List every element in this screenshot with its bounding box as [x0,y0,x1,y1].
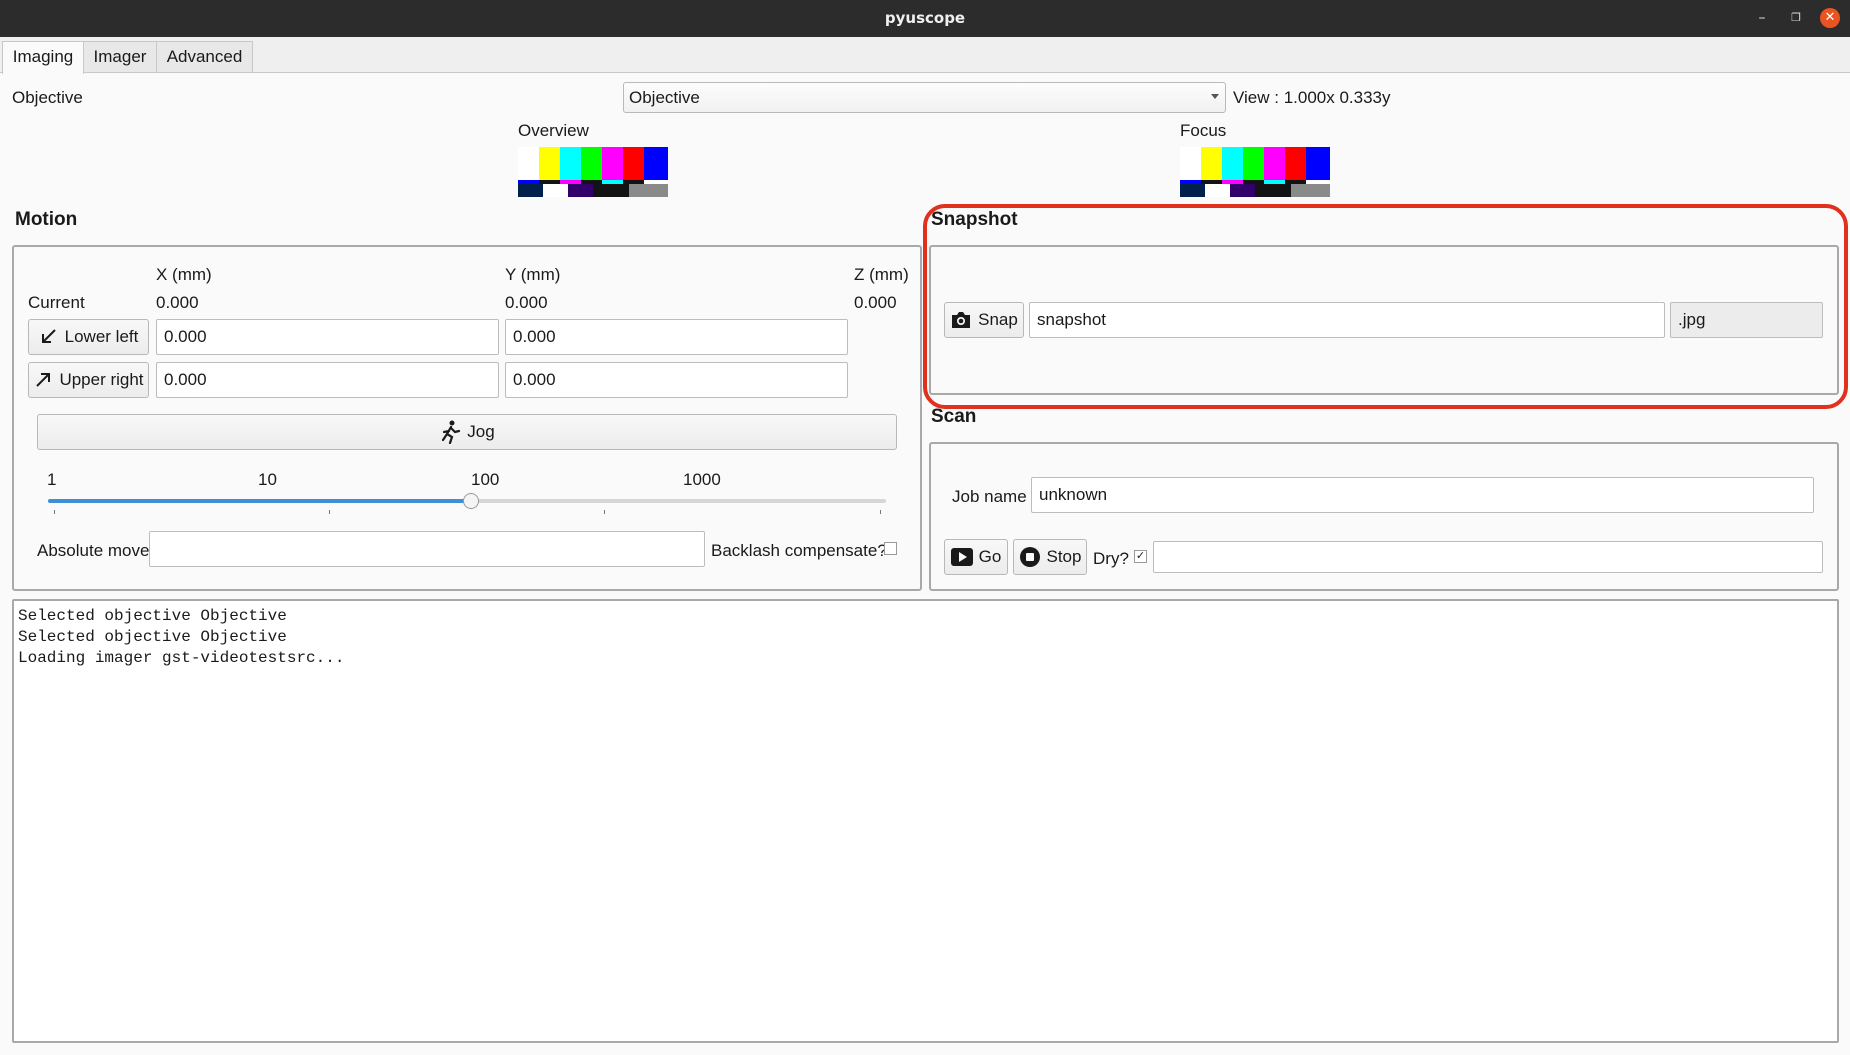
running-person-icon [442,420,461,444]
upper-right-y-input[interactable]: 0.000 [505,362,848,398]
slider-label-1: 1 [47,470,57,489]
log-console[interactable]: Selected objective Objective Selected ob… [12,599,1839,1043]
current-y-value: 0.000 [505,293,548,312]
camera-icon [952,312,971,328]
absolute-move-input[interactable] [149,531,705,567]
backlash-checkbox[interactable] [884,542,897,555]
objective-select[interactable]: Objective [623,82,1226,113]
upper-right-x-input[interactable]: 0.000 [156,362,499,398]
overview-label: Overview [518,121,589,140]
objective-select-value: Objective [629,88,700,107]
close-icon[interactable]: ✕ [1820,8,1840,28]
jog-slider[interactable] [48,493,886,509]
view-scale-label: View : 1.000x 0.333y [1233,88,1391,107]
focus-label: Focus [1180,121,1227,140]
play-icon [950,548,973,566]
slider-tick [54,510,55,514]
jog-slider-fill [48,499,470,503]
title-bar: pyuscope – ❐ ✕ [0,0,1850,37]
backlash-label: Backlash compensate? [711,541,887,560]
upper-right-label: Upper right [59,370,144,389]
current-x-value: 0.000 [156,293,199,312]
dry-checkbox[interactable]: ✓ [1134,550,1147,563]
x-header: X (mm) [156,265,212,284]
minimize-icon[interactable]: – [1752,8,1772,28]
checkmark-icon: ✓ [1135,550,1146,562]
objective-label: Objective [12,88,83,107]
snapshot-title: Snapshot [931,209,1018,230]
jog-slider-handle[interactable] [463,493,479,509]
slider-label-100: 100 [471,470,500,489]
scan-status-field[interactable] [1153,541,1823,573]
tab-advanced[interactable]: Advanced [156,41,253,72]
snap-button[interactable]: Snap [944,302,1024,338]
job-name-input[interactable]: unknown [1031,477,1814,513]
overview-preview [518,147,668,197]
lower-left-y-input[interactable]: 0.000 [505,319,848,355]
arrow-down-left-icon [41,329,56,343]
scan-title: Scan [931,406,977,427]
tab-imager[interactable]: Imager [83,41,157,72]
stop-icon [1019,547,1040,567]
snapshot-extension-field[interactable]: .jpg [1670,302,1823,338]
dry-label: Dry? [1093,549,1129,568]
log-line: Selected objective Objective [18,628,287,646]
slider-label-1000: 1000 [683,470,721,489]
lower-left-x-input[interactable]: 0.000 [156,319,499,355]
snap-label: Snap [978,310,1018,329]
go-label: Go [978,547,1002,566]
motion-title: Motion [15,209,78,230]
current-label: Current [28,293,85,312]
slider-tick [329,510,330,514]
log-line: Selected objective Objective [18,607,287,625]
slider-label-10: 10 [258,470,277,489]
current-z-value: 0.000 [854,293,897,312]
jog-label: Jog [467,422,495,441]
arrow-up-right-icon [36,373,51,387]
go-button[interactable]: Go [944,539,1008,575]
z-header: Z (mm) [854,265,909,284]
tab-bar: Imaging Imager Advanced [0,37,1850,74]
window-title: pyuscope [884,9,966,27]
slider-tick [880,510,881,514]
y-header: Y (mm) [505,265,561,284]
upper-right-button[interactable]: Upper right [28,362,149,398]
tab-imaging[interactable]: Imaging [2,41,84,74]
lower-left-button[interactable]: Lower left [28,319,149,355]
snapshot-filename-input[interactable]: snapshot [1029,302,1665,338]
absolute-move-label: Absolute move [37,541,150,560]
maximize-icon[interactable]: ❐ [1786,8,1806,28]
log-line: Loading imager gst-videotestsrc... [18,649,345,667]
stop-label: Stop [1046,547,1082,566]
focus-preview [1180,147,1330,197]
jog-button[interactable]: Jog [37,414,897,450]
job-name-label: Job name [952,487,1027,506]
stop-button[interactable]: Stop [1013,539,1087,575]
slider-tick [604,510,605,514]
lower-left-label: Lower left [64,327,139,346]
chevron-down-icon [1211,94,1219,99]
